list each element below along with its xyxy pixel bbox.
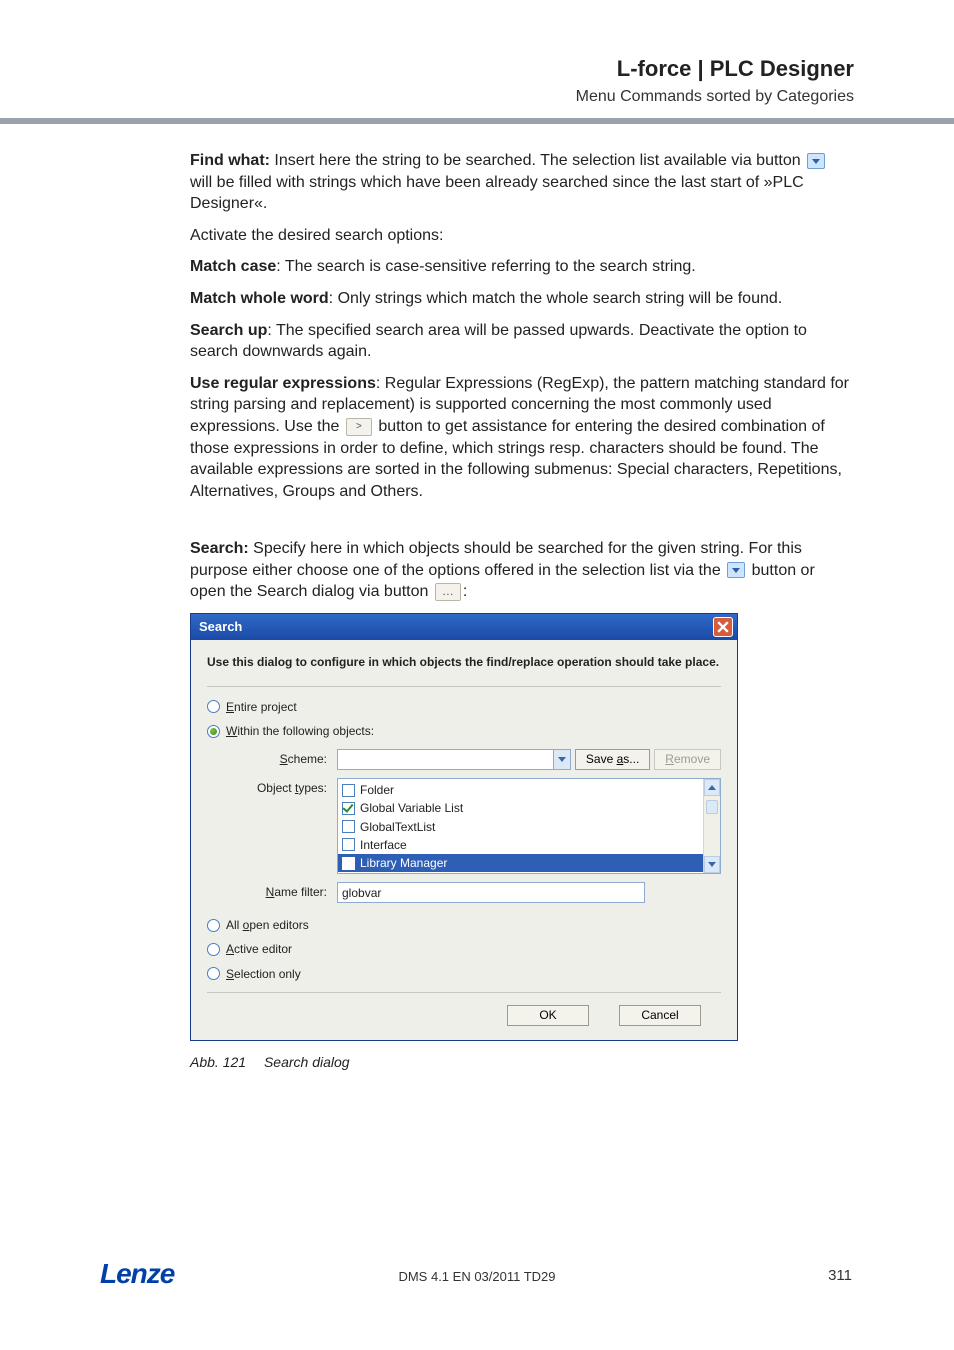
scroll-thumb[interactable] (706, 800, 718, 814)
active-editor-label: Active editor (226, 941, 292, 957)
scheme-label: Scheme: (237, 749, 337, 767)
header-divider (0, 118, 954, 124)
list-item[interactable]: Folder (338, 781, 703, 799)
match-case-para: Match case: The search is case-sensitive… (190, 256, 850, 278)
regex-para: Use regular expressions: Regular Express… (190, 373, 850, 503)
lower-options: All open editors Active editor Selection… (207, 917, 721, 982)
option-active-editor[interactable]: Active editor (207, 941, 721, 957)
checkbox-checked-icon (342, 802, 355, 815)
within-following-panel: Scheme: Save as... Remove Object types: (237, 749, 721, 903)
remove-button[interactable]: Remove (654, 749, 721, 770)
match-case-label: Match case (190, 258, 276, 275)
header-title: L-force | PLC Designer (576, 56, 854, 82)
checkbox-icon (342, 838, 355, 851)
activate-options-text: Activate the desired search options: (190, 225, 850, 247)
find-what-label: Find what: (190, 152, 270, 169)
dialog-button-row: OK Cancel (207, 1005, 721, 1026)
ellipsis-icon: … (435, 583, 461, 601)
find-what-text-2: will be filled with strings which have b… (190, 174, 804, 213)
scroll-down-icon[interactable] (704, 856, 720, 873)
radio-selected-icon (207, 725, 220, 738)
cancel-button[interactable]: Cancel (619, 1005, 701, 1026)
list-item-label: Folder (360, 782, 394, 798)
search-up-label: Search up (190, 322, 267, 339)
checkbox-checked-icon (342, 857, 355, 870)
find-what-text-1: Insert here the string to be searched. T… (270, 152, 805, 169)
scroll-up-icon[interactable] (704, 779, 720, 796)
chevron-down-icon (553, 750, 570, 769)
selection-only-label: Selection only (226, 966, 301, 982)
list-item-label: Global Variable List (360, 800, 463, 816)
caption-text: Search dialog (264, 1054, 350, 1070)
object-types-row: Object types: Folder Global Variable Lis… (237, 778, 721, 874)
radio-icon (207, 967, 220, 980)
search-up-para: Search up: The specified search area wil… (190, 320, 850, 363)
list-item-selected[interactable]: Library Manager (338, 854, 703, 872)
match-whole-text: : Only strings which match the whole sea… (329, 290, 783, 307)
radio-icon (207, 919, 220, 932)
name-filter-row: Name filter: globvar (237, 882, 721, 903)
dialog-titlebar[interactable]: Search (191, 614, 737, 640)
all-open-label: All open editors (226, 917, 309, 933)
find-what-para: Find what: Insert here the string to be … (190, 150, 850, 215)
close-button[interactable] (713, 617, 733, 637)
page-content: Find what: Insert here the string to be … (190, 150, 850, 1072)
option-within-following[interactable]: Within the following objects: (207, 723, 721, 739)
option-all-open-editors[interactable]: All open editors (207, 917, 721, 933)
search-text-3: : (463, 583, 467, 600)
list-item-label: Interface (360, 837, 407, 853)
dialog-separator (207, 686, 721, 687)
checkbox-icon (342, 820, 355, 833)
option-selection-only[interactable]: Selection only (207, 966, 721, 982)
ok-button[interactable]: OK (507, 1005, 589, 1026)
figure-caption: Abb. 121 Search dialog (190, 1053, 850, 1072)
page-number: 311 (828, 1267, 852, 1284)
match-case-text: : The search is case-sensitive referring… (276, 258, 695, 275)
search-dialog: Search Use this dialog to configure in w… (190, 613, 738, 1041)
regex-assist-icon: > (346, 418, 372, 436)
list-item[interactable]: Interface (338, 836, 703, 854)
list-item-label: Library Manager (360, 855, 447, 871)
checkbox-icon (342, 784, 355, 797)
search-text-1: Specify here in which objects should be … (190, 540, 802, 579)
regex-label: Use regular expressions (190, 375, 376, 392)
name-filter-label: Name filter: (237, 882, 337, 900)
search-up-text: : The specified search area will be pass… (190, 322, 807, 361)
match-whole-para: Match whole word: Only strings which mat… (190, 288, 850, 310)
object-types-label: Object types: (237, 778, 337, 796)
list-item[interactable]: Global Variable List (338, 799, 703, 817)
header-subtitle: Menu Commands sorted by Categories (576, 88, 854, 106)
list-item-label: GlobalTextList (360, 819, 435, 835)
entire-project-label: Entire project (226, 699, 297, 715)
radio-icon (207, 700, 220, 713)
dialog-instruction: Use this dialog to configure in which ob… (207, 654, 721, 670)
dialog-separator (207, 992, 721, 993)
page-header: L-force | PLC Designer Menu Commands sor… (576, 56, 854, 106)
option-entire-project[interactable]: Entire project (207, 699, 721, 715)
save-as-button[interactable]: Save as... (575, 749, 650, 770)
scheme-combobox[interactable] (337, 749, 571, 770)
scheme-value (338, 750, 553, 769)
radio-icon (207, 943, 220, 956)
object-types-listbox[interactable]: Folder Global Variable List GlobalTextLi… (337, 778, 721, 874)
close-icon (717, 621, 729, 633)
search-label: Search: (190, 540, 249, 557)
within-following-label: Within the following objects: (226, 723, 374, 739)
match-whole-label: Match whole word (190, 290, 329, 307)
list-item[interactable]: GlobalTextList (338, 818, 703, 836)
dropdown-icon (807, 153, 825, 169)
caption-label: Abb. 121 (190, 1054, 246, 1070)
dropdown-icon (727, 562, 745, 578)
scrollbar[interactable] (703, 779, 720, 873)
dialog-body: Use this dialog to configure in which ob… (191, 640, 737, 1040)
name-filter-input[interactable]: globvar (337, 882, 645, 903)
dialog-title: Search (199, 618, 242, 636)
search-para: Search: Specify here in which objects sh… (190, 538, 850, 603)
footer-center-text: DMS 4.1 EN 03/2011 TD29 (0, 1269, 954, 1284)
scheme-row: Scheme: Save as... Remove (237, 749, 721, 770)
